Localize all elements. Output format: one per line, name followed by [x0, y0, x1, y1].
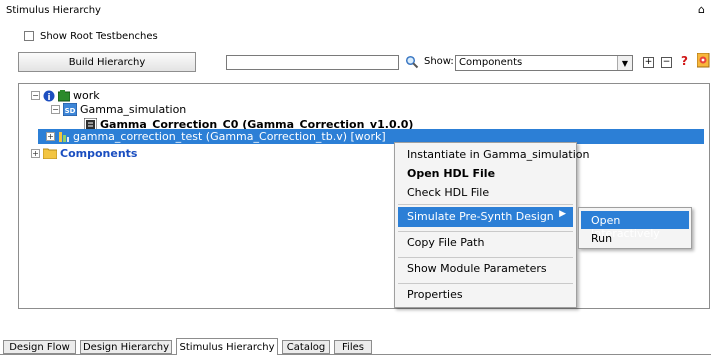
- menu-item-label: Simulate Pre-Synth Design: [407, 210, 554, 223]
- help-icon[interactable]: ?: [681, 54, 688, 68]
- expand-toggle[interactable]: +: [31, 149, 40, 158]
- tree-item-gamma-simulation[interactable]: − SD Gamma_simulation: [51, 102, 186, 117]
- tab-files[interactable]: Files: [334, 340, 372, 354]
- collapse-toggle[interactable]: −: [51, 105, 60, 114]
- tree-item-label: Gamma_simulation: [80, 103, 187, 116]
- bottom-tab-bar: Design Flow Design Hierarchy Stimulus Hi…: [0, 336, 711, 355]
- search-icon[interactable]: [405, 55, 419, 69]
- library-icon: [58, 89, 70, 102]
- menu-item-instantiate[interactable]: Instantiate in Gamma_simulation: [407, 148, 589, 161]
- search-input[interactable]: [226, 55, 399, 70]
- tab-design-flow[interactable]: Design Flow: [3, 340, 76, 354]
- menu-item-show-module-parameters[interactable]: Show Module Parameters: [407, 262, 547, 275]
- menu-item-run[interactable]: Run: [591, 232, 612, 245]
- menu-separator: [398, 204, 573, 205]
- settings-icon[interactable]: [697, 53, 711, 69]
- folder-icon: [43, 148, 57, 159]
- tree-item-label: gamma_correction_test (Gamma_Correction_…: [73, 130, 386, 143]
- context-menu: Instantiate in Gamma_simulation Open HDL…: [394, 142, 589, 308]
- menu-item-copy-file-path[interactable]: Copy File Path: [407, 236, 484, 249]
- hierarchy-tree[interactable]: − i work − SD Gamma_simulation Gamma_Cor…: [18, 83, 710, 309]
- panel-title-bar: Stimulus Hierarchy ⌂: [0, 0, 711, 20]
- info-icon: i: [43, 90, 55, 102]
- tree-item-work[interactable]: − i work: [31, 88, 100, 103]
- chevron-down-icon[interactable]: ▼: [617, 56, 632, 70]
- menu-separator: [398, 231, 573, 232]
- smartdesign-icon: SD: [63, 103, 77, 116]
- tree-item-label: Components: [60, 147, 138, 160]
- show-filter-value: Components: [459, 57, 523, 68]
- collapse-all-icon[interactable]: −: [661, 57, 672, 68]
- menu-item-open-interactively[interactable]: Open Interactively: [581, 211, 689, 240]
- show-root-testbenches-checkbox[interactable]: [24, 31, 34, 41]
- collapse-toggle[interactable]: −: [31, 91, 40, 100]
- show-root-testbenches-label: Show Root Testbenches: [40, 31, 158, 42]
- expand-toggle[interactable]: +: [46, 132, 55, 141]
- menu-separator: [398, 257, 573, 258]
- pin-icon[interactable]: ⌂: [698, 3, 705, 16]
- expand-all-icon[interactable]: +: [643, 57, 654, 68]
- tree-item-gamma-correction-test[interactable]: + gamma_correction_test (Gamma_Correctio…: [38, 129, 704, 144]
- panel-title: Stimulus Hierarchy: [6, 5, 101, 16]
- tree-item-label: work: [73, 89, 100, 102]
- tab-design-hierarchy[interactable]: Design Hierarchy: [80, 340, 172, 354]
- show-filter-select[interactable]: Components: [455, 55, 633, 71]
- chevron-right-icon: ▶: [559, 209, 566, 219]
- show-label: Show:: [424, 56, 454, 67]
- svg-text:i: i: [47, 93, 50, 102]
- menu-item-properties[interactable]: Properties: [407, 288, 463, 301]
- menu-item-simulate-pre-synth[interactable]: Simulate Pre-Synth Design ▶: [398, 207, 573, 227]
- menu-separator: [398, 283, 573, 284]
- testbench-icon: [58, 131, 70, 143]
- tab-catalog[interactable]: Catalog: [282, 340, 330, 354]
- menu-item-open-hdl-file[interactable]: Open HDL File: [407, 167, 495, 180]
- tab-stimulus-hierarchy[interactable]: Stimulus Hierarchy: [176, 338, 278, 355]
- tree-item-components[interactable]: + Components: [31, 146, 137, 161]
- svg-text:SD: SD: [65, 107, 76, 115]
- simulate-submenu: Open Interactively Run: [578, 207, 692, 249]
- menu-item-check-hdl-file[interactable]: Check HDL File: [407, 186, 489, 199]
- build-hierarchy-button[interactable]: Build Hierarchy: [18, 52, 196, 72]
